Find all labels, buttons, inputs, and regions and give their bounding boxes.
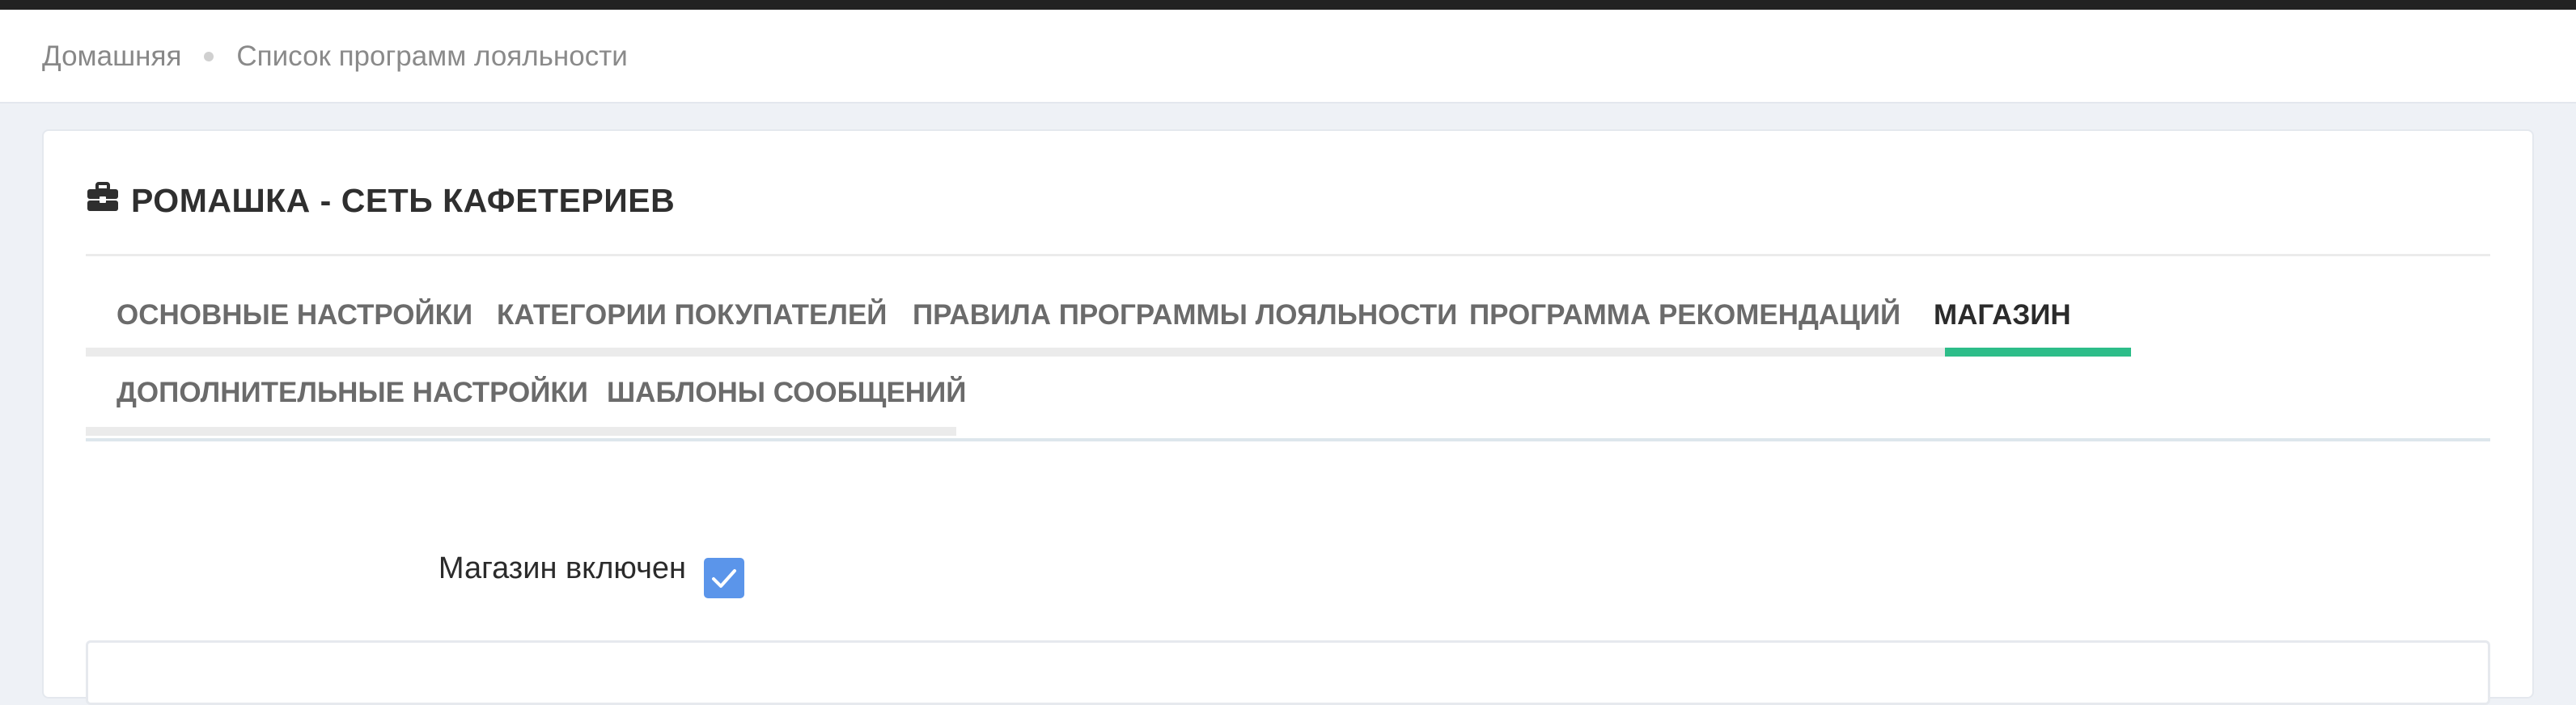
tabs-row-1-track bbox=[86, 348, 1945, 357]
breadcrumb: Домашняя Список программ лояльности bbox=[42, 39, 628, 74]
tabs-bottom-border bbox=[86, 438, 2490, 441]
tab-referral-program[interactable]: ПРОГРАММА РЕКОМЕНДАЦИЙ bbox=[1469, 291, 1900, 340]
active-tab-indicator bbox=[1945, 348, 2131, 357]
tab-message-templates[interactable]: ШАБЛОНЫ СООБЩЕНИЙ bbox=[607, 369, 966, 417]
tab-customer-categories[interactable]: КАТЕГОРИИ ПОКУПАТЕЛЕЙ bbox=[497, 291, 887, 340]
top-bar bbox=[0, 0, 2576, 10]
tab-shop[interactable]: МАГАЗИН bbox=[1934, 291, 2071, 340]
shop-enabled-label: Магазин включен bbox=[438, 551, 686, 585]
briefcase-icon bbox=[87, 182, 118, 211]
tabs-row-2-track bbox=[86, 427, 956, 436]
card-title: РОМАШКА - СЕТЬ КАФЕТЕРИЕВ bbox=[131, 181, 676, 219]
tab-loyalty-rules[interactable]: ПРАВИЛА ПРОГРАММЫ ЛОЯЛЬНОСТИ bbox=[913, 291, 1457, 340]
breadcrumb-home-link[interactable]: Домашняя bbox=[42, 40, 181, 73]
shop-enabled-checkbox[interactable] bbox=[704, 558, 744, 598]
shop-settings-panel bbox=[86, 640, 2490, 705]
tab-basic-settings[interactable]: ОСНОВНЫЕ НАСТРОЙКИ bbox=[117, 291, 472, 340]
tab-additional-settings[interactable]: ДОПОЛНИТЕЛЬНЫЕ НАСТРОЙКИ bbox=[117, 369, 588, 417]
breadcrumb-bar: Домашняя Список программ лояльности bbox=[0, 10, 2576, 103]
card-header: РОМАШКА - СЕТЬ КАФЕТЕРИЕВ bbox=[86, 176, 675, 225]
breadcrumb-separator bbox=[204, 52, 214, 61]
breadcrumb-current: Список программ лояльности bbox=[236, 40, 628, 72]
loyalty-program-card: РОМАШКА - СЕТЬ КАФЕТЕРИЕВ ОСНОВНЫЕ НАСТР… bbox=[44, 131, 2532, 705]
title-divider bbox=[86, 254, 2490, 256]
checkmark-icon bbox=[712, 569, 736, 588]
